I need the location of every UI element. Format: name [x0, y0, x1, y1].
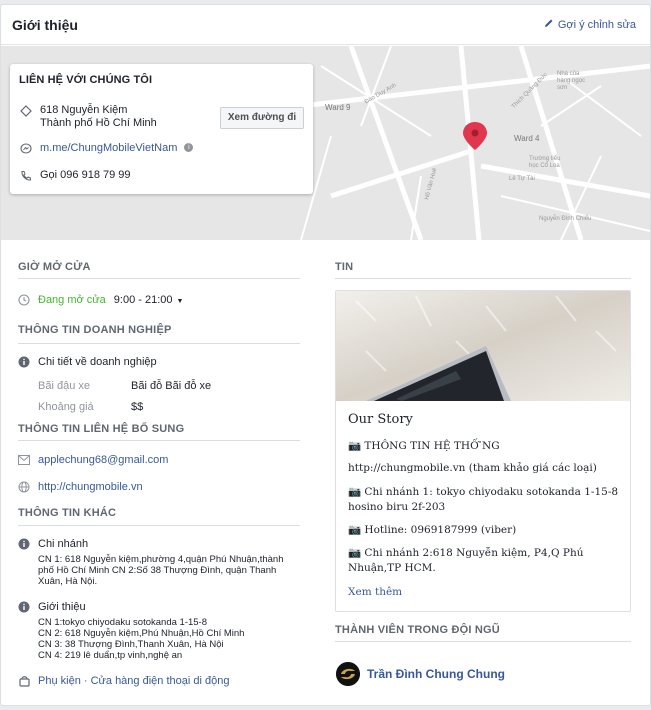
- post-image[interactable]: [336, 291, 630, 401]
- contact-box: LIÊN HỆ VỚI CHÚNG TÔI 618 Nguyễn Kiệm Th…: [10, 64, 313, 194]
- branch-line: CN 1: 618 Nguyễn kiệm,phường 4,quận Phú …: [38, 554, 284, 565]
- divider: [18, 278, 300, 279]
- divider: [18, 440, 300, 441]
- card-header: Giới thiệu Gợi ý chỉnh sửa: [1, 5, 650, 45]
- map-label-ward9: Ward 9: [325, 103, 351, 112]
- news-heading: TIN: [335, 261, 354, 273]
- avatar[interactable]: [336, 662, 360, 686]
- story-line: Nhuận,TP HCM.: [348, 562, 436, 574]
- chevron-down-icon[interactable]: ▼: [177, 296, 184, 308]
- open-status: Đang mở cửa: [38, 294, 106, 306]
- map-label-shop: Nhà của hàng ngọc sơn: [557, 71, 586, 91]
- price-label: Khoảng giá: [38, 401, 94, 413]
- branch-title: Chi nhánh: [38, 538, 89, 550]
- website-row: http://chungmobile.vn: [18, 481, 143, 493]
- tag-icon: [18, 675, 30, 687]
- business-detail-label: Chi tiết về doanh nghiệp: [38, 356, 157, 368]
- story-line: 📷 Chi nhánh 1: tokyo chiyodaku sotokanda…: [348, 486, 619, 498]
- map-label-street4: Lê Tự Tài: [509, 176, 535, 182]
- map-label-ward4: Ward 4: [514, 134, 540, 143]
- story-title: Our Story: [348, 412, 413, 427]
- messenger-row: m.me/ChungMobileVietNam i: [19, 142, 194, 156]
- price-value: $$: [131, 401, 144, 413]
- globe-icon: [18, 481, 30, 493]
- category-link[interactable]: Phụ kiện · Cửa hàng điện thoại di động: [38, 675, 229, 687]
- info-circle-icon: [18, 601, 30, 613]
- pencil-icon: [544, 18, 554, 31]
- branch-row: Chi nhánh CN 1: 618 Nguyễn kiệm,phường 4…: [18, 538, 284, 587]
- category-row: Phụ kiện · Cửa hàng điện thoại di động: [18, 675, 229, 687]
- parking-value: Bãi đỗ Bãi đỗ xe: [131, 380, 212, 392]
- business-heading: THÔNG TIN DOANH NGHIỆP: [18, 324, 172, 336]
- intro-title: Giới thiệu: [38, 601, 86, 613]
- phone-number[interactable]: Gọi 096 918 79 99: [40, 169, 131, 182]
- story-line: 📷 Hotline: 0969187999 (viber): [348, 524, 517, 536]
- divider: [18, 525, 300, 526]
- map-label-school: Trường tiểu học Cổ Loa: [529, 156, 561, 169]
- intro-line: CN 1:tokyo chiyodaku sotokanda 1-15-8: [38, 617, 207, 628]
- location-diamond-icon: [19, 104, 33, 118]
- intro-line: CN 2: 618 Nguyễn kiệm,Phú Nhuận,Hồ Chí M…: [38, 628, 245, 639]
- hours-time: 9:00 - 21:00: [113, 294, 173, 306]
- about-card: Giới thiệu Gợi ý chỉnh sửa Ward 9 Ward 4…: [0, 4, 651, 706]
- intro-line: CN 4: 219 lê duẩn,tp vinh,nghệ an: [38, 650, 183, 661]
- phone-icon: [19, 169, 33, 183]
- website-link[interactable]: http://chungmobile.vn: [38, 481, 143, 493]
- story-line: 📷 Chi nhánh 2:618 Nguyễn kiệm, P4,Q Phú: [348, 547, 584, 559]
- see-more-link[interactable]: Xem thêm: [348, 585, 402, 599]
- story-line: http://chungmobile.vn (tham khảo giá các…: [348, 462, 597, 474]
- info-circle-icon: [18, 538, 30, 550]
- hours-row[interactable]: Đang mở cửa 9:00 - 21:00 ▼: [18, 294, 183, 308]
- branch-line: phố Hồ Chí Minh CN 2:Số 38 Thượng Đình, …: [38, 565, 277, 576]
- team-heading: THÀNH VIÊN TRONG ĐỘI NGŨ: [335, 624, 500, 636]
- clock-icon: [18, 294, 30, 306]
- parking-label: Bãi đậu xe: [38, 380, 90, 392]
- intro-row: Giới thiệu CN 1:tokyo chiyodaku sotokand…: [18, 601, 244, 661]
- email-row: applechung68@gmail.com: [18, 454, 168, 466]
- phone-row: Gọi 096 918 79 99: [19, 169, 131, 183]
- divider: [335, 641, 631, 642]
- messenger-link[interactable]: m.me/ChungMobileVietNam: [40, 142, 177, 155]
- messenger-icon: [19, 142, 33, 156]
- suggest-edit-label: Gợi ý chỉnh sửa: [557, 18, 636, 31]
- price-row: Khoảng giá $$: [38, 401, 143, 413]
- address-line2: Thành phố Hồ Chí Minh: [40, 117, 157, 129]
- business-detail-row: Chi tiết về doanh nghiệp: [18, 356, 157, 368]
- map-label-street1: Nguyễn Đình Chiểu: [539, 216, 592, 222]
- parking-row: Bãi đậu xe Bãi đỗ Bãi đỗ xe: [38, 380, 211, 392]
- directions-button[interactable]: Xem đường đi: [220, 107, 304, 129]
- page-title: Giới thiệu: [12, 17, 78, 33]
- other-heading: THÔNG TIN KHÁC: [18, 507, 117, 519]
- divider: [335, 278, 631, 279]
- info-circle-icon: [18, 356, 30, 368]
- story-line: 📷 THÔNG TIN HỆ THỐ ̃NG: [348, 440, 500, 452]
- divider: [18, 343, 300, 344]
- team-member-name[interactable]: Trần Đình Chung Chung: [367, 667, 505, 681]
- story-line: hosino biru 2f-203: [348, 501, 446, 513]
- contact-title: LIÊN HỆ VỚI CHÚNG TÔI: [19, 74, 153, 86]
- news-post[interactable]: Our Story 📷 THÔNG TIN HỆ THỐ ̃NG http://…: [335, 290, 631, 612]
- suggest-edit-link[interactable]: Gợi ý chỉnh sửa: [544, 18, 636, 31]
- email-link[interactable]: applechung68@gmail.com: [38, 454, 168, 466]
- phone-photo: [336, 291, 630, 401]
- envelope-icon: [18, 454, 30, 466]
- hours-heading: GIỜ MỞ CỬA: [18, 261, 91, 273]
- info-icon[interactable]: i: [184, 143, 194, 152]
- address-line1: 618 Nguyễn Kiệm: [40, 104, 128, 116]
- intro-line: CN 3: 38 Thượng Đình,Thanh Xuân, Hà Nội: [38, 639, 224, 650]
- extra-contact-heading: THÔNG TIN LIÊN HỆ BỔ SUNG: [18, 423, 185, 435]
- address-row: 618 Nguyễn Kiệm Thành phố Hồ Chí Minh: [19, 104, 157, 130]
- branch-line: Xuân, Hà Nội.: [38, 576, 98, 587]
